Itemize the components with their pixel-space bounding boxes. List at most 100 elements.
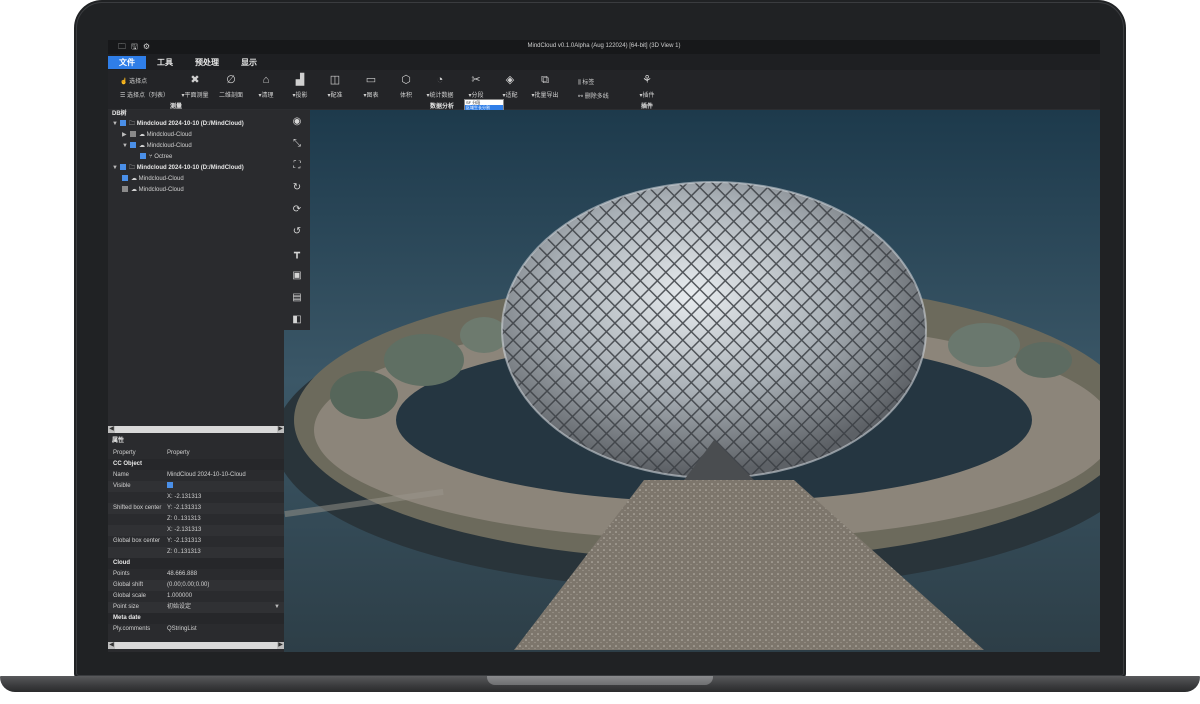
volume-button[interactable]: ⬡ 体积 bbox=[390, 73, 422, 99]
segment-button[interactable]: ✂ ▾分段 bbox=[460, 73, 492, 99]
group-label-measure: 测量 bbox=[170, 104, 183, 110]
scissors-icon: ✂ bbox=[471, 74, 481, 86]
title-bar: 🗀 🖫 ⚙ MindCloud v0.1.0Alpha (Aug 122024)… bbox=[108, 40, 1100, 54]
visibility-checkbox[interactable] bbox=[120, 120, 126, 127]
properties-table: Property Property CC Object Name MindCloud… bbox=[108, 448, 284, 635]
plane-measure-button[interactable]: ✖ ▾平面测量 bbox=[178, 73, 212, 99]
tree-item-cloud-2[interactable]: ▼ ☁ Mindcloud-Cloud bbox=[108, 141, 284, 152]
expand-arrow-icon[interactable]: ▼ bbox=[112, 163, 120, 174]
group-label-analysis: 数据分析 bbox=[430, 104, 455, 110]
property-row: Z: 0..131313 bbox=[167, 516, 201, 522]
db-tree-title: DB树 bbox=[112, 111, 127, 117]
property-row: Shifted box center Y: -2.131313 bbox=[108, 503, 284, 514]
folder-icon: 🗀 bbox=[129, 165, 136, 171]
tree-item-cloud-1[interactable]: ▶ ☁ Mindcloud-Cloud bbox=[108, 130, 284, 141]
section-2d-button[interactable]: ∅ 二维剖面 bbox=[214, 73, 248, 99]
tree-item-octree[interactable]: ⑂ Octree bbox=[108, 152, 284, 163]
fit-button[interactable]: ◈ ▾适配 bbox=[494, 73, 526, 99]
cross-tool-icon: ✖ bbox=[190, 74, 200, 86]
undo-view-icon[interactable]: ↺ bbox=[284, 226, 310, 237]
db-tree: ▼ 🗀 Mindcloud 2024-10-10 (D:/MindCloud) ▶… bbox=[108, 119, 284, 196]
list-icon: ☰ bbox=[120, 93, 128, 99]
chart-button[interactable]: ▭ ▾图表 bbox=[355, 73, 387, 99]
left-panel: DB树 ▼ 🗀 Mindcloud 2024-10-10 (D:/MindClou… bbox=[108, 110, 284, 652]
property-row: Property Property bbox=[113, 450, 190, 456]
cube-icon: ⬡ bbox=[401, 74, 411, 86]
menu-bar: 文件 工具 预处理 显示 bbox=[108, 56, 268, 69]
property-section-header: CC Object bbox=[108, 459, 284, 470]
scroll-right-icon[interactable]: ▶ bbox=[277, 426, 284, 433]
scroll-left-icon[interactable]: ◀ bbox=[108, 426, 115, 433]
window-title: MindCloud v0.1.0Alpha (Aug 122024) [64-b… bbox=[527, 43, 681, 49]
tree-item-project-2[interactable]: ▼ 🗀 Mindcloud 2024-10-10 (D:/MindCloud) bbox=[108, 163, 284, 174]
app-window: 🗀 🖫 ⚙ MindCloud v0.1.0Alpha (Aug 122024)… bbox=[108, 40, 1100, 652]
visibility-checkbox[interactable] bbox=[122, 175, 128, 182]
section-icon: ∅ bbox=[226, 74, 236, 86]
front-view-icon[interactable]: ▣ bbox=[284, 270, 310, 281]
ruler-icon[interactable]: ┳ bbox=[284, 248, 310, 259]
scroll-left-icon[interactable]: ◀ bbox=[108, 642, 115, 649]
side-view-icon[interactable]: ◧ bbox=[284, 314, 310, 325]
registration-button[interactable]: ◫ ▾配准 bbox=[319, 73, 351, 99]
pick-point-button[interactable]: ☝ 选择点 bbox=[120, 76, 147, 85]
point-cloud-scene bbox=[284, 110, 1100, 652]
menu-preprocess[interactable]: 预处理 bbox=[184, 56, 230, 69]
octree-icon: ⑂ bbox=[149, 154, 153, 160]
clean-icon: ⌂ bbox=[262, 74, 270, 86]
tree-item-cloud-4[interactable]: ☁ Mindcloud-Cloud bbox=[108, 185, 284, 196]
puzzle-icon: ⚘ bbox=[642, 74, 652, 86]
expand-arrow-icon[interactable]: ▼ bbox=[112, 119, 120, 130]
cloud-icon: ☁ bbox=[139, 143, 145, 149]
chevron-down-icon[interactable]: ▼ bbox=[274, 602, 280, 613]
cloud-icon: ☁ bbox=[131, 187, 137, 193]
batch-export-button[interactable]: ⧉ ▾批量导出 bbox=[526, 73, 564, 99]
fit-all-icon[interactable]: ⤡ bbox=[284, 138, 310, 149]
pointer-icon: ☝ bbox=[120, 79, 130, 85]
plugin-button[interactable]: ⚘ ▾插件 bbox=[630, 73, 664, 99]
point-size-select[interactable]: Point size 初始设定 ▼ bbox=[108, 602, 284, 613]
chart-icon: ▭ bbox=[365, 74, 377, 86]
visibility-checkbox[interactable] bbox=[140, 153, 146, 160]
pick-point-list-button[interactable]: ☰ 选择点（列表） bbox=[120, 90, 169, 99]
projection-button[interactable]: ▟ ▾投影 bbox=[284, 73, 316, 99]
view-toolbar: ◉ ⤡ ⛶ ↻ ⟳ ↺ ┳ ▣ ▤ ◧ bbox=[284, 110, 310, 330]
folder-icon: 🗀 bbox=[129, 121, 136, 127]
3d-viewport[interactable] bbox=[284, 110, 1100, 652]
scroll-right-icon[interactable]: ▶ bbox=[277, 642, 284, 649]
label-button[interactable]: ⫼ 标签 bbox=[578, 77, 594, 87]
rotate-icon[interactable]: ↻ bbox=[284, 182, 310, 193]
properties-scrollbar[interactable]: ◀ ▶ bbox=[108, 642, 284, 649]
ribbon-toolbar: ☝ 选择点 ☰ 选择点（列表） ✖ ▾平面测量 ∅ 二维剖面 ⌂ ▾清理 ▟ ▾… bbox=[108, 70, 1100, 110]
top-view-icon[interactable]: ▤ bbox=[284, 292, 310, 303]
visibility-checkbox[interactable] bbox=[130, 142, 136, 149]
visible-checkbox[interactable] bbox=[167, 482, 173, 489]
menu-file[interactable]: 文件 bbox=[108, 56, 146, 69]
property-section-header: Meta date bbox=[108, 613, 284, 624]
cloud-icon: ☁ bbox=[139, 132, 145, 138]
statistics-button[interactable]: ◔ ▾统计数据 bbox=[422, 73, 458, 99]
rotate-center-icon[interactable]: ⟳ bbox=[284, 204, 310, 215]
property-row: Global box center Y: -2.131313 bbox=[113, 538, 202, 544]
cloud-icon: ☁ bbox=[131, 176, 137, 182]
visibility-checkbox[interactable] bbox=[122, 186, 128, 193]
delete-multiline-button[interactable]: ⚯ 删除多线 bbox=[578, 91, 609, 100]
menu-tools[interactable]: 工具 bbox=[146, 56, 184, 69]
tree-item-cloud-3[interactable]: ☁ Mindcloud-Cloud bbox=[108, 174, 284, 185]
expand-arrow-icon[interactable]: ▶ bbox=[122, 130, 130, 141]
tree-item-project-1[interactable]: ▼ 🗀 Mindcloud 2024-10-10 (D:/MindCloud) bbox=[108, 119, 284, 130]
property-row: Global shift (0.00;0.00;0.00) bbox=[108, 580, 284, 591]
property-row: Z: 0..131313 bbox=[108, 547, 284, 558]
property-row: Ply.comments QStringList bbox=[113, 626, 197, 632]
visibility-checkbox[interactable] bbox=[130, 131, 136, 138]
group-label-plugin: 插件 bbox=[641, 104, 654, 110]
property-section-header: Cloud bbox=[108, 558, 284, 569]
fit-icon: ◈ bbox=[505, 74, 515, 86]
db-tree-scrollbar[interactable]: ◀ ▶ bbox=[108, 426, 284, 433]
pie-chart-icon: ◔ bbox=[436, 74, 444, 86]
menu-display[interactable]: 显示 bbox=[230, 56, 268, 69]
visibility-checkbox[interactable] bbox=[120, 164, 126, 171]
eye-icon[interactable]: ◉ bbox=[284, 116, 310, 127]
clean-button[interactable]: ⌂ ▾清理 bbox=[249, 73, 283, 99]
expand-arrow-icon[interactable]: ▼ bbox=[122, 141, 130, 152]
zoom-extents-icon[interactable]: ⛶ bbox=[284, 160, 310, 171]
